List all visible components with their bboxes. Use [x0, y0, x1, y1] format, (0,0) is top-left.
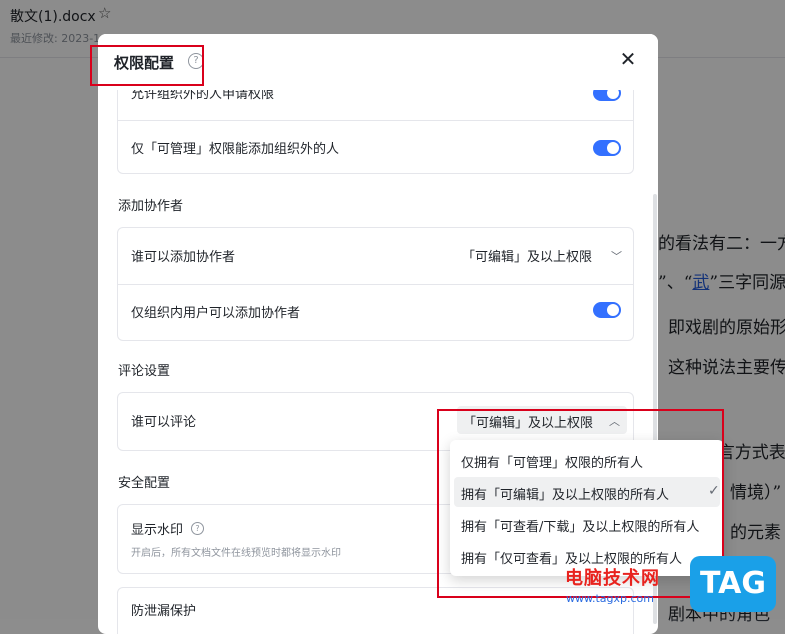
section-title-add-collaborators: 添加协作者: [118, 199, 184, 214]
manage-only-external-row: 仅「可管理」权限能添加组织外的人: [118, 120, 633, 176]
internal-only-row: 仅组织内用户可以添加协作者: [118, 284, 633, 340]
site-watermark-logo: TAG: [690, 556, 776, 612]
section-title-security: 安全配置: [118, 476, 171, 491]
section-title-comments: 评论设置: [118, 364, 171, 379]
manage-only-external-label: 仅「可管理」权限能添加组织外的人: [131, 142, 340, 157]
add-collaborators-card: 谁可以添加协作者 「可编辑」及以上权限 ﹀ 仅组织内用户可以添加协作者: [117, 227, 634, 341]
site-watermark-text: 电脑技术网: [565, 568, 660, 589]
who-can-add-label: 谁可以添加协作者: [131, 250, 236, 265]
watermark-label: 显示水印: [131, 523, 184, 538]
chevron-down-icon[interactable]: ﹀: [611, 248, 622, 264]
who-can-add-row[interactable]: 谁可以添加协作者 「可编辑」及以上权限 ﹀: [118, 228, 633, 284]
close-icon[interactable]: ✕: [619, 49, 637, 69]
site-watermark-url: www.tagxp.com: [566, 592, 654, 605]
who-can-comment-label: 谁可以评论: [131, 415, 197, 430]
manage-only-external-toggle[interactable]: [593, 140, 621, 156]
annotation-box-title: [90, 45, 204, 86]
internal-only-label: 仅组织内用户可以添加协作者: [131, 306, 301, 321]
internal-only-toggle[interactable]: [593, 302, 621, 318]
who-can-add-select[interactable]: 「可编辑」及以上权限: [462, 246, 592, 265]
watermark-description: 开启后，所有文档文件在线预览时都将显示水印: [131, 548, 341, 559]
question-circle-icon[interactable]: ?: [191, 522, 204, 535]
leak-protection-label: 防泄漏保护: [131, 604, 197, 619]
